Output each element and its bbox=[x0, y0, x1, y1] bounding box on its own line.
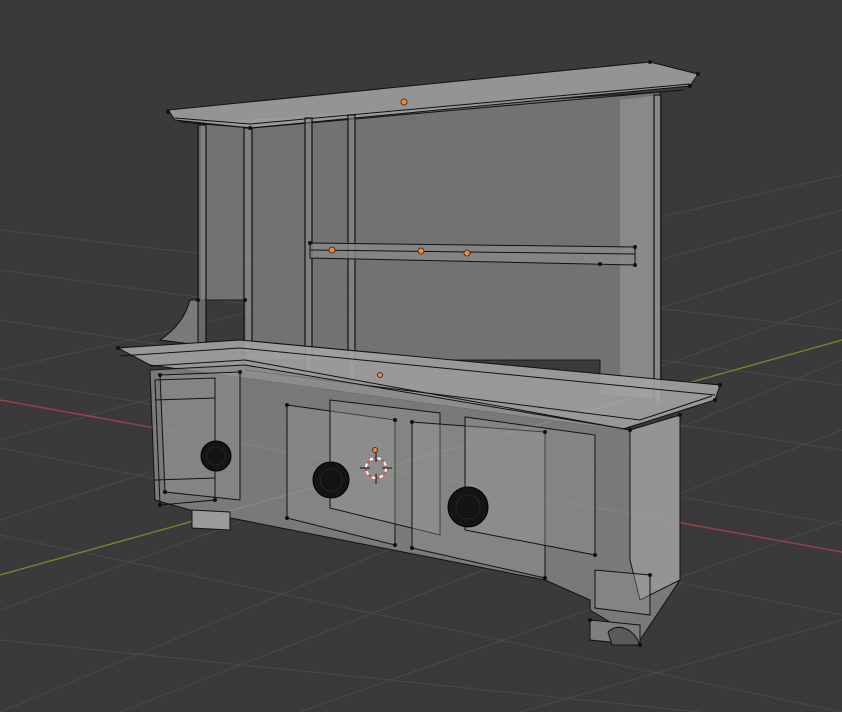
3d-viewport[interactable] bbox=[0, 0, 842, 712]
cabinet-side bbox=[629, 414, 681, 601]
left-foot bbox=[191, 509, 231, 531]
viewport-canvas[interactable] bbox=[0, 0, 842, 712]
